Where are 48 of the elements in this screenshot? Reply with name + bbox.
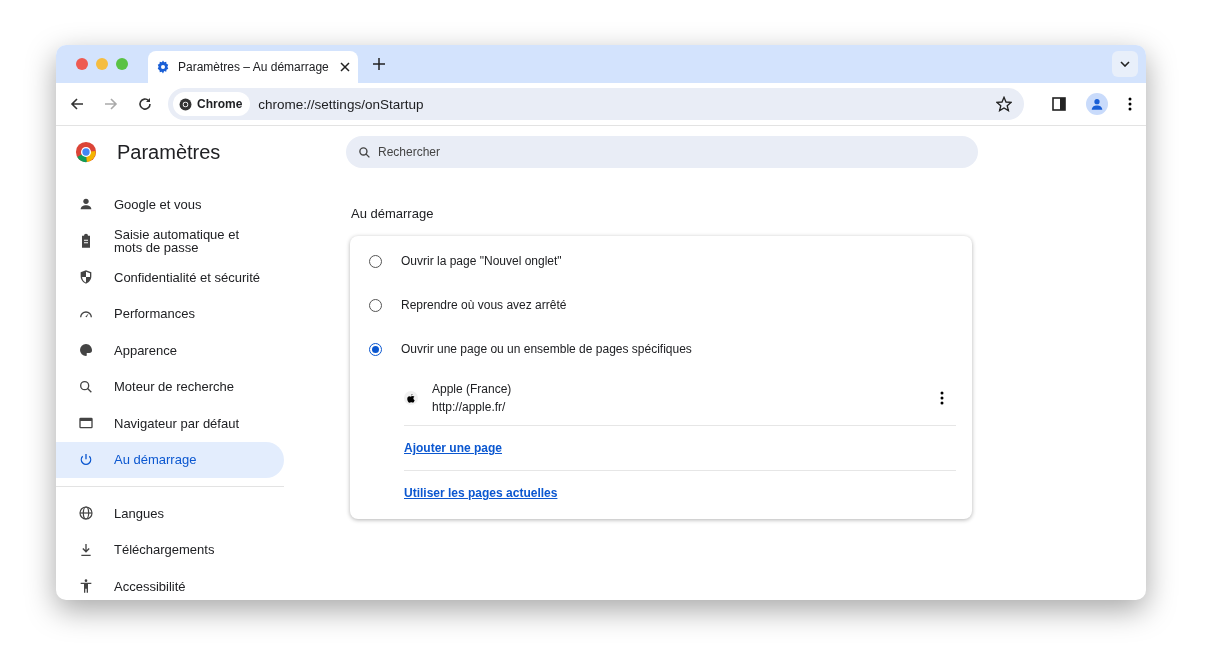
sidebar-item[interactable]: Google et vous: [56, 186, 284, 223]
search-field[interactable]: Rechercher: [346, 136, 978, 168]
close-icon[interactable]: [340, 62, 350, 72]
chrome-logo-icon: [75, 141, 97, 163]
accessibility-icon: [78, 578, 94, 595]
power-icon: [78, 451, 94, 468]
link[interactable]: Utiliser les pages actuelles: [404, 486, 558, 500]
page-url: http://apple.fr/: [432, 400, 507, 414]
close-window-icon[interactable]: [76, 58, 88, 70]
sidebar-item[interactable]: Apparence: [56, 332, 284, 369]
side-panel-icon[interactable]: [1052, 97, 1066, 111]
download-icon: [78, 541, 94, 558]
url-text: chrome://settings/onStartup: [258, 96, 424, 112]
sidebar-item[interactable]: Téléchargements: [56, 531, 284, 568]
browser-tab[interactable]: Paramètres – Au démarrage: [148, 51, 358, 83]
page-name: Apple (France): [432, 382, 512, 396]
tab-search-button[interactable]: [1112, 51, 1138, 77]
sidebar-item[interactable]: Au démarrage: [56, 441, 284, 478]
profile-avatar[interactable]: [1086, 93, 1108, 115]
sidebar-item[interactable]: Moteur de recherche: [56, 368, 284, 405]
new-tab-icon[interactable]: [373, 58, 385, 70]
sidebar-item[interactable]: Performances: [56, 295, 284, 332]
more-options-icon[interactable]: [940, 391, 944, 405]
apple-logo-icon: [404, 391, 418, 405]
address-bar[interactable]: Chrome chrome://settings/onStartup: [168, 88, 1024, 120]
chevron-down-icon: [1120, 61, 1130, 67]
site-chip[interactable]: Chrome: [173, 92, 251, 116]
more-options-icon[interactable]: [1128, 97, 1132, 111]
tab-title: Paramètres – Au démarrage: [178, 60, 330, 74]
shield-icon: [78, 269, 94, 286]
sidebar-item[interactable]: Navigateur par défaut: [56, 405, 284, 442]
star-icon[interactable]: [996, 96, 1012, 112]
section-title: Au démarrage: [351, 206, 435, 221]
link[interactable]: Ajouter une page: [404, 441, 502, 455]
sidebar-item[interactable]: Confidentialité et sécurité: [56, 259, 284, 296]
gear-icon: [156, 60, 170, 74]
globe-icon: [78, 505, 94, 522]
option-label: Ouvrir une page ou un ensemble de pages spécifiques: [401, 342, 692, 356]
sidebar-item[interactable]: Langues: [56, 495, 284, 532]
sidebar-item[interactable]: Saisie automatique et mots de passe: [56, 222, 284, 259]
sidebar-item[interactable]: Accessibilité: [56, 568, 284, 600]
settings-title: Paramètres: [117, 140, 221, 164]
reload-icon[interactable]: [138, 97, 152, 111]
option-label: Ouvrir la page "Nouvel onglet": [401, 254, 562, 268]
search-icon: [78, 378, 94, 395]
option-label: Reprendre où vous avez arrêté: [401, 298, 567, 312]
chrome-logo-icon: [179, 97, 192, 111]
back-icon[interactable]: [70, 97, 84, 111]
